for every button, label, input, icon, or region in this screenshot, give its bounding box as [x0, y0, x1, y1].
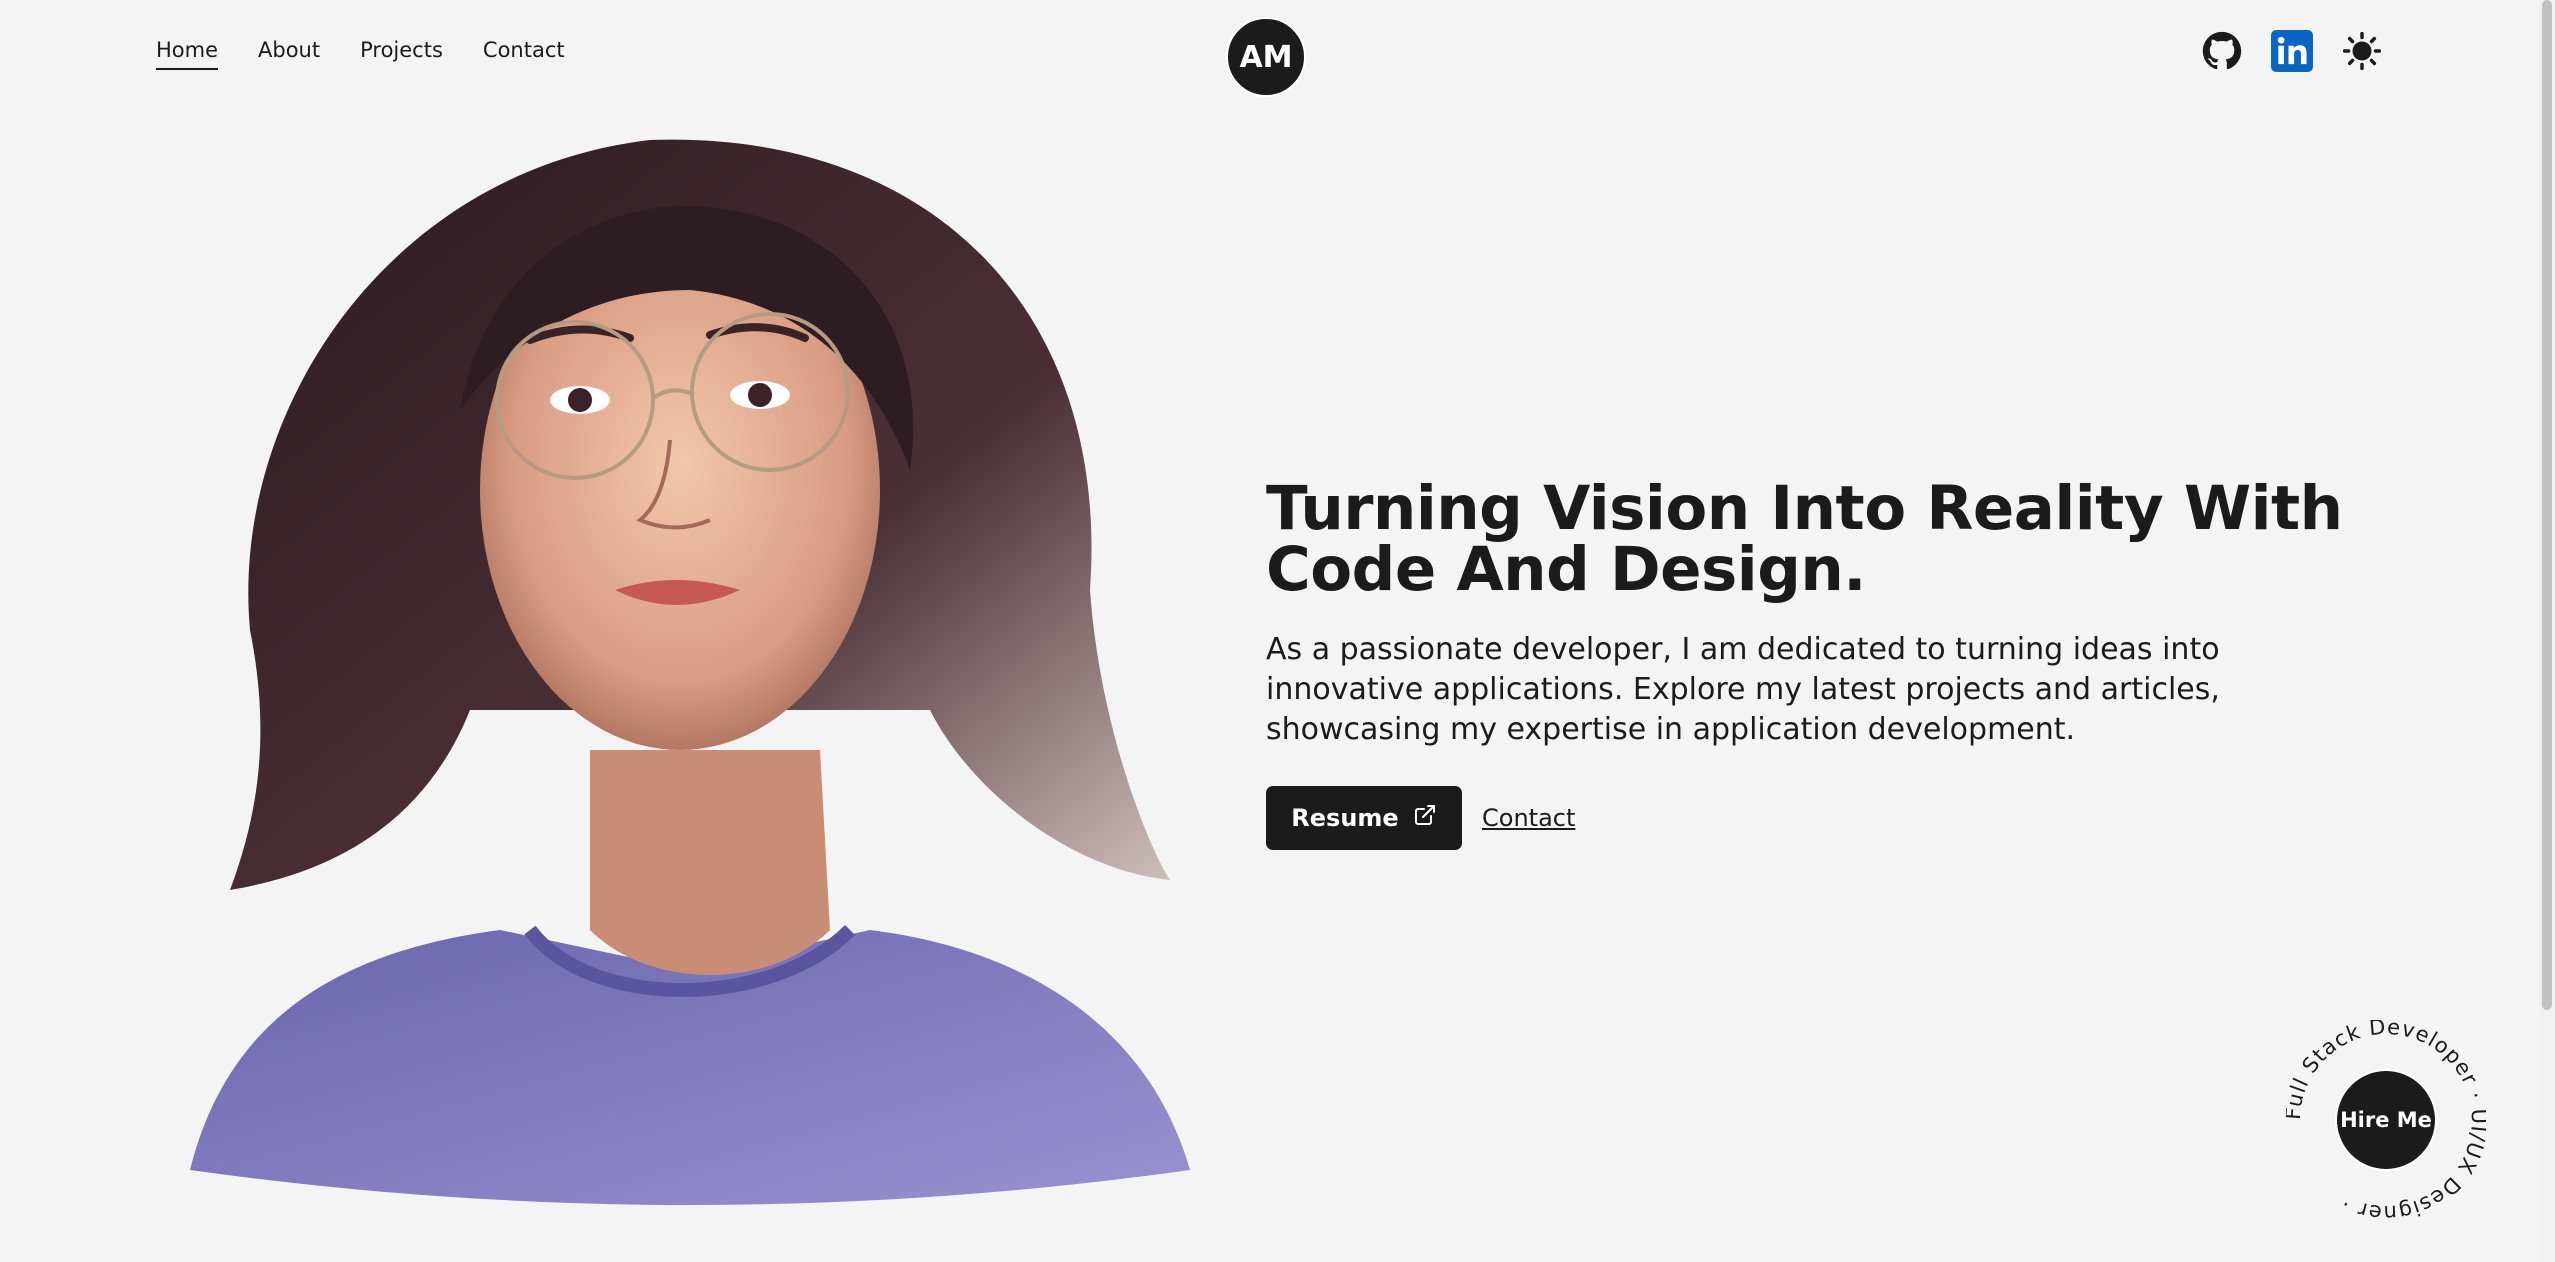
contact-link[interactable]: Contact [1482, 804, 1575, 832]
linkedin-icon[interactable] [2271, 30, 2313, 72]
hero-actions: Resume Contact [1266, 786, 1575, 850]
github-icon[interactable] [2201, 30, 2243, 72]
resume-label: Resume [1291, 804, 1399, 832]
nav-projects[interactable]: Projects [360, 38, 443, 70]
hero: Turning Vision Into Reality With Code An… [1266, 478, 2346, 750]
hero-description: As a passionate developer, I am dedicate… [1266, 632, 2220, 747]
hire-me-widget: Full Stack Developer · UI/UX Designer · … [2281, 1015, 2490, 1226]
social-links [2201, 30, 2383, 72]
hero-title: Turning Vision Into Reality With Code An… [1266, 473, 2343, 605]
resume-button[interactable]: Resume [1266, 786, 1462, 850]
sun-icon[interactable] [2341, 30, 2383, 72]
nav-home[interactable]: Home [156, 38, 219, 70]
page: Home About Projects Contact AM Turning V… [0, 0, 2555, 1262]
nav-about[interactable]: About [258, 38, 320, 70]
main-nav: Home About Projects Contact [156, 38, 565, 70]
profile-illustration [190, 139, 1190, 1205]
external-link-icon [1413, 803, 1437, 833]
hire-me-button[interactable]: Hire Me [2335, 1069, 2437, 1171]
nav-contact[interactable]: Contact [483, 38, 565, 70]
scrollbar[interactable] [2539, 0, 2555, 1262]
logo[interactable]: AM [1226, 17, 1306, 97]
scrollbar-thumb[interactable] [2542, 0, 2552, 1010]
